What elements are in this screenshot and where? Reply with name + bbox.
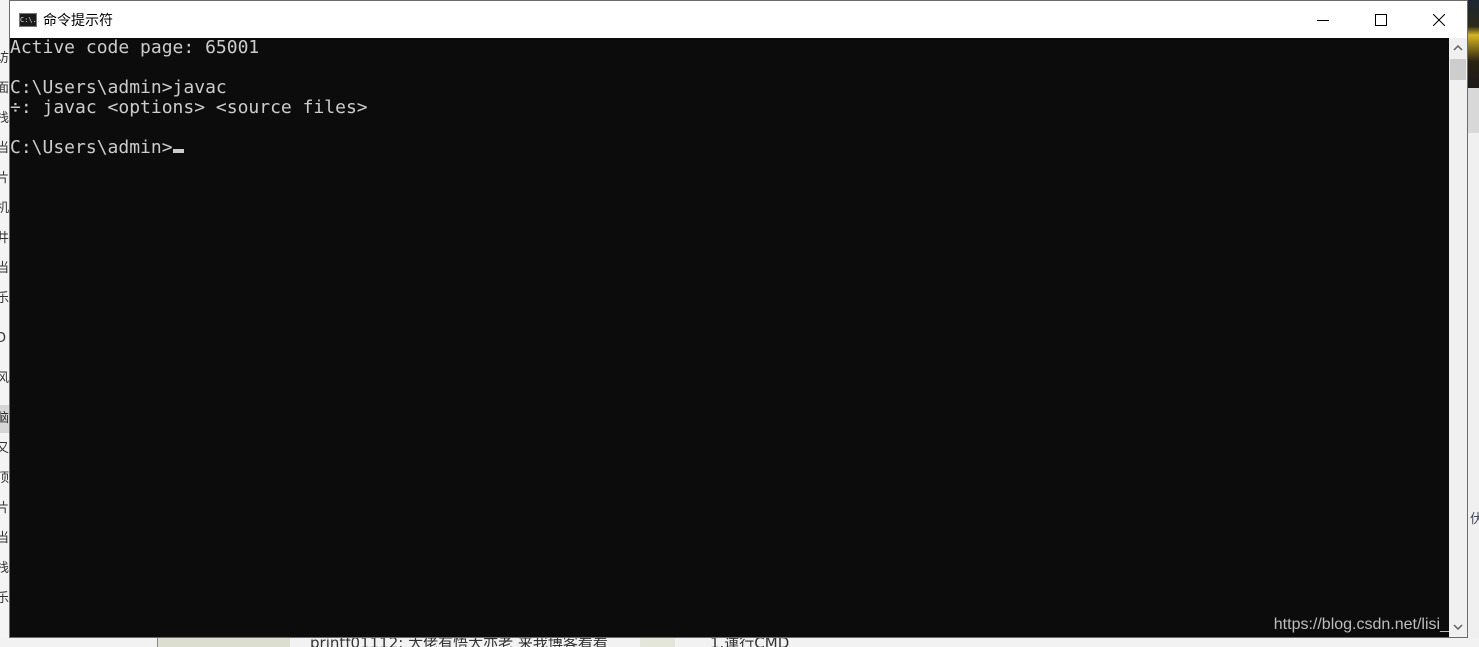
scroll-down-button[interactable] (1449, 617, 1467, 637)
minimize-button[interactable] (1294, 1, 1352, 38)
maximize-icon (1375, 13, 1387, 26)
watermark-text: https://blog.csdn.net/lisi_ (1273, 616, 1449, 633)
chevron-up-icon (1453, 45, 1463, 51)
close-button[interactable] (1410, 1, 1468, 38)
prompt-text: C:\Users\admin> (10, 137, 173, 158)
cmd-window: C:\. 命令提示符 Active code page: 65001 C:\Us… (9, 0, 1468, 638)
chevron-down-icon (1453, 624, 1463, 630)
console-line: C:\Users\admin>javac (10, 77, 227, 98)
background-panel (640, 638, 675, 647)
minimize-icon (1317, 19, 1329, 21)
text-cursor (172, 149, 184, 153)
scrollbar-thumb[interactable] (1450, 59, 1466, 80)
cmd-icon[interactable]: C:\. (19, 13, 37, 27)
console-line: ÷: javac <options> <source files> (10, 97, 368, 118)
scroll-up-button[interactable] (1449, 38, 1467, 58)
title-bar[interactable]: C:\. 命令提示符 (10, 1, 1467, 38)
background-bar (1468, 88, 1479, 133)
background-bottom-strip: printf01112: 大佬有悟大亦老 来我博客看看 1.運行CMD (0, 638, 1479, 647)
vertical-scrollbar[interactable] (1449, 38, 1467, 637)
console-line: Active code page: 65001 (10, 38, 260, 58)
background-char: 伏 (1470, 512, 1479, 527)
background-step-text: 1.運行CMD (710, 638, 790, 647)
window-title: 命令提示符 (43, 13, 113, 29)
console-output[interactable]: Active code page: 65001 C:\Users\admin>j… (10, 38, 1449, 637)
background-image (1468, 0, 1479, 88)
background-right-strip: 伏 (1468, 0, 1479, 647)
close-icon (1433, 13, 1445, 26)
background-comment-text: printf01112: 大佬有悟大亦老 来我博客看看 (310, 638, 608, 647)
background-panel (157, 638, 290, 647)
maximize-button[interactable] (1352, 1, 1410, 38)
prompt-line[interactable]: C:\Users\admin> (10, 138, 184, 158)
